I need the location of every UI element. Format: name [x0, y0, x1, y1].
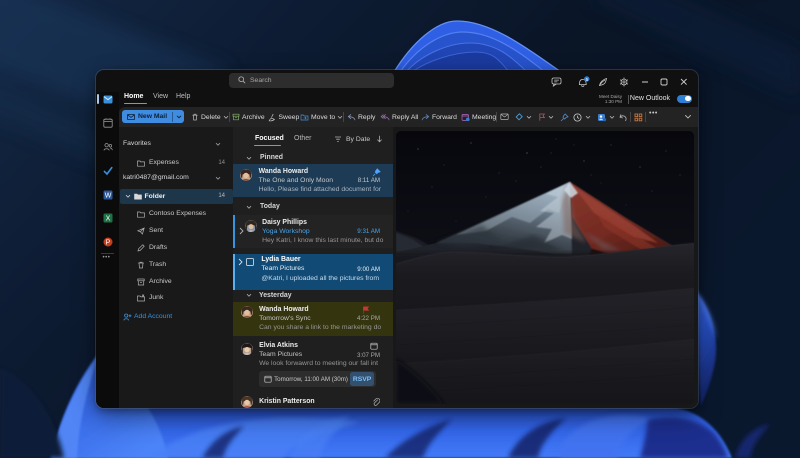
svg-text:P: P — [105, 239, 110, 246]
svg-text:X: X — [105, 216, 110, 223]
svg-text:W: W — [104, 193, 111, 200]
